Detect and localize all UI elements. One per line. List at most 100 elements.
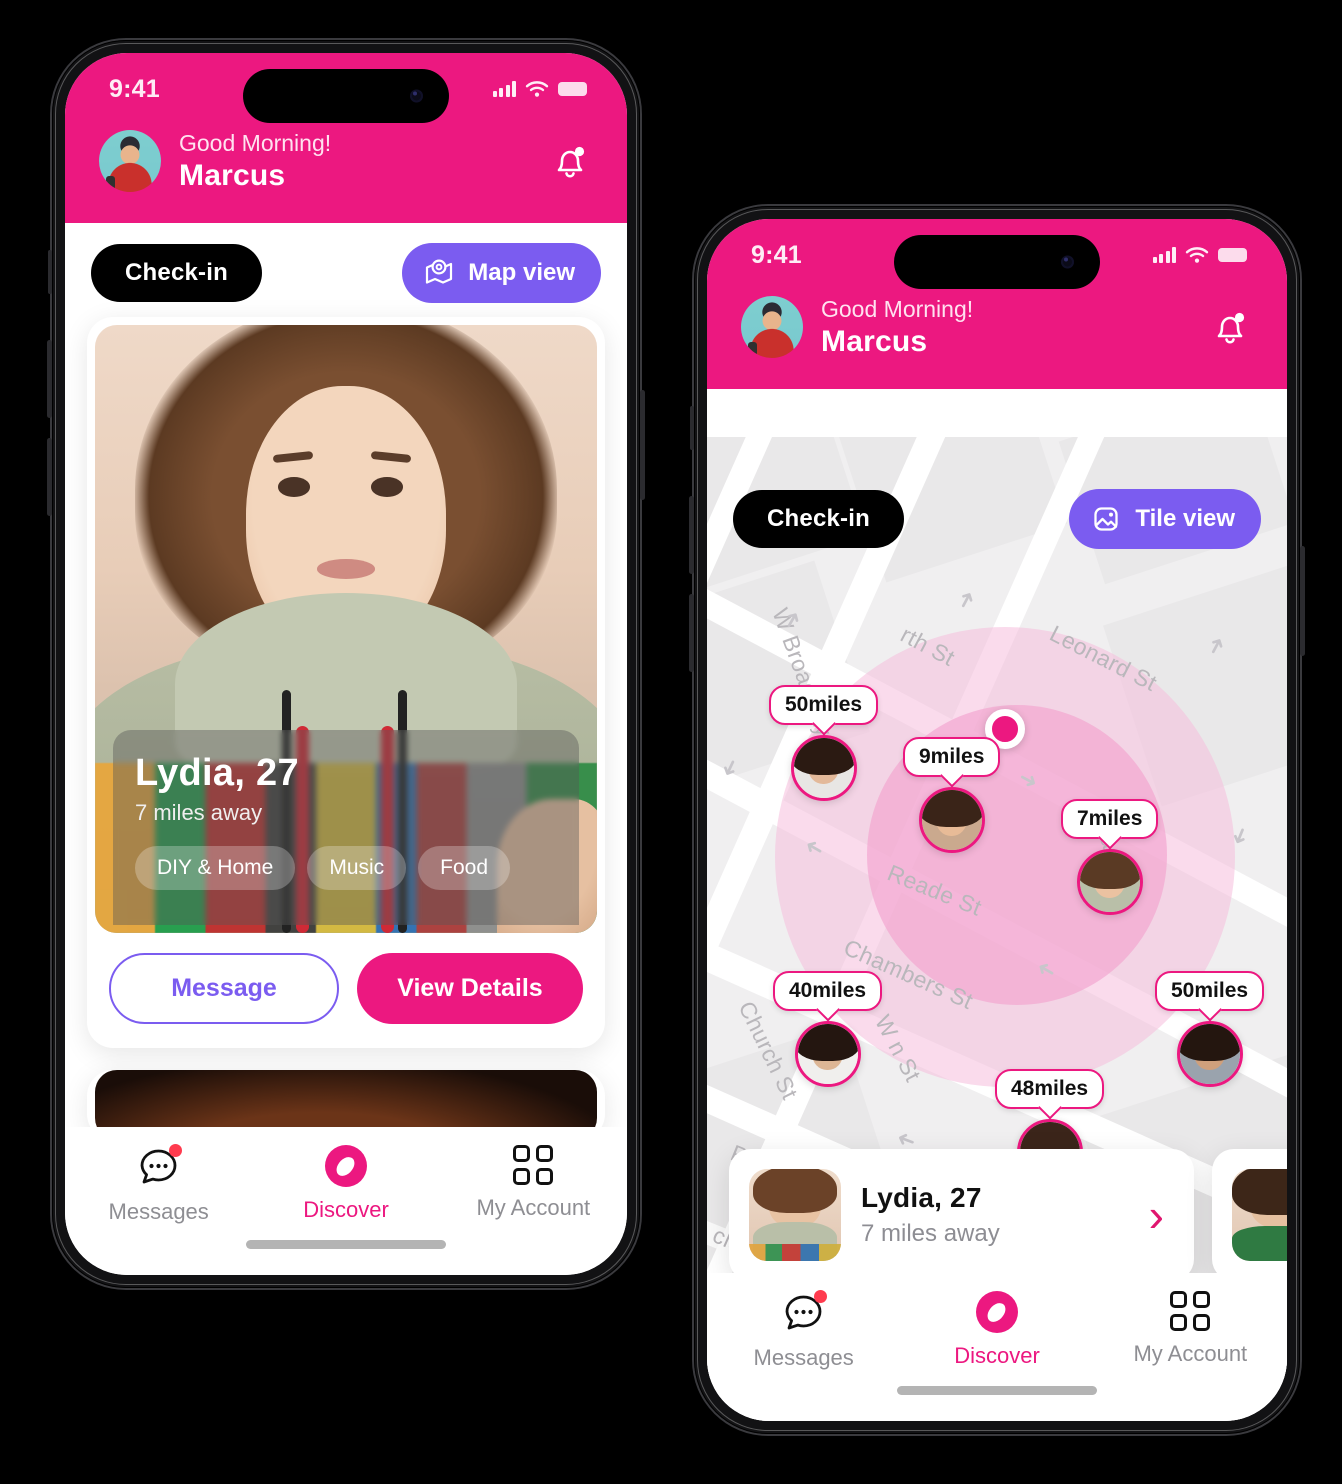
volume-up-button[interactable] [689, 496, 694, 574]
bottom-tab-bar: Messages Discover My Account [65, 1127, 627, 1275]
profile-card[interactable]: Lydia, 27 7 miles away DIY & Home Music … [87, 317, 605, 1049]
mute-switch[interactable] [48, 250, 52, 294]
unread-badge [813, 1290, 827, 1303]
mute-switch[interactable] [690, 406, 694, 450]
chevron-right-icon[interactable]: › [1149, 1192, 1174, 1238]
map-marker[interactable]: 50miles [1155, 971, 1265, 1087]
tab-discover[interactable]: Discover [253, 1145, 438, 1223]
tab-label-my-account: My Account [1133, 1341, 1248, 1366]
bell-icon[interactable] [547, 138, 593, 184]
tag-chip[interactable]: Food [418, 845, 511, 890]
power-button[interactable] [1300, 546, 1305, 656]
dynamic-island [243, 69, 449, 123]
message-button[interactable]: Message [109, 953, 339, 1025]
greeting-text: Good Morning! [821, 296, 974, 322]
bottom-tab-bar: Messages Discover My Account [707, 1273, 1287, 1421]
checkin-button[interactable]: Check-in [91, 244, 262, 303]
nearby-card-thumbnail [1232, 1169, 1287, 1261]
chat-bubble-icon [782, 1290, 827, 1335]
tab-label-messages: Messages [108, 1199, 209, 1224]
map-marker[interactable]: 9miles [903, 737, 1001, 853]
front-camera-icon [1061, 255, 1074, 269]
page-title: Marcus [821, 324, 928, 358]
marker-distance-label: 50miles [1155, 971, 1265, 1011]
status-time: 9:41 [751, 241, 802, 269]
profile-overlay: Lydia, 27 7 miles away DIY & Home Music … [113, 730, 579, 926]
tile-view-toggle-button[interactable]: Tile view [1069, 489, 1261, 549]
map-marker[interactable]: 50miles [769, 685, 879, 801]
home-indicator[interactable] [897, 1386, 1097, 1395]
nearby-card-next[interactable] [1212, 1149, 1287, 1281]
tile-view-toggle-label: Tile view [1135, 505, 1235, 532]
discover-icon [975, 1291, 1018, 1333]
home-indicator[interactable] [246, 1240, 446, 1249]
battery-icon [558, 82, 587, 96]
marker-avatar[interactable] [790, 735, 857, 801]
discover-icon [324, 1145, 367, 1187]
tab-my-account[interactable]: My Account [1095, 1291, 1286, 1367]
map-pin-icon [426, 259, 453, 284]
tab-discover[interactable]: Discover [901, 1291, 1092, 1369]
greeting-text: Good Morning! [179, 130, 332, 156]
tag-chip[interactable]: DIY & Home [135, 845, 296, 890]
profile-distance: 7 miles away [135, 799, 263, 825]
map-view-toggle-label: Map view [468, 259, 575, 287]
marker-avatar[interactable] [794, 1021, 861, 1087]
header-user[interactable]: Good Morning! Marcus [741, 295, 973, 359]
tab-messages[interactable]: Messages [66, 1144, 251, 1225]
marker-distance-label: 9miles [903, 737, 1001, 777]
phone-right: Leonard St rth St W Broadway Broadway Re… [689, 206, 1305, 1434]
volume-up-button[interactable] [47, 340, 52, 418]
grid-squares-icon [1170, 1291, 1211, 1331]
nearby-card-name: Lydia, 27 [861, 1182, 982, 1213]
header-user[interactable]: Good Morning! Marcus [99, 129, 331, 193]
page-title: Marcus [179, 158, 286, 192]
status-icons [492, 75, 587, 98]
image-tile-icon [1094, 507, 1119, 531]
checkin-button[interactable]: Check-in [733, 490, 904, 548]
avatar[interactable] [741, 296, 803, 359]
phone-left: 9:41 Good Morning! Marcus Check-in Map v… [47, 40, 645, 1288]
screen-right: Leonard St rth St W Broadway Broadway Re… [707, 219, 1287, 1421]
map-marker[interactable]: 40miles [773, 971, 883, 1087]
cellular-bars-icon [1152, 247, 1176, 263]
chat-bubble-icon [137, 1144, 182, 1189]
profile-photo: Lydia, 27 7 miles away DIY & Home Music … [95, 325, 597, 934]
tab-label-messages: Messages [753, 1345, 854, 1370]
nearby-card-thumbnail [749, 1169, 841, 1261]
cellular-bars-icon [492, 81, 516, 97]
marker-distance-label: 7miles [1061, 799, 1159, 839]
power-button[interactable] [640, 390, 645, 500]
volume-down-button[interactable] [689, 594, 694, 672]
nearby-card-info: Lydia, 27 7 miles away [861, 1182, 1129, 1248]
avatar[interactable] [99, 130, 161, 193]
screen-left: 9:41 Good Morning! Marcus Check-in Map v… [65, 53, 627, 1275]
direction-arrow-icon: ➜ [950, 585, 982, 614]
tab-label-my-account: My Account [476, 1195, 591, 1220]
tab-my-account[interactable]: My Account [441, 1145, 626, 1221]
tag-chip[interactable]: Music [307, 845, 407, 890]
nearby-card-distance: 7 miles away [861, 1220, 1000, 1247]
battery-icon [1218, 248, 1247, 262]
wifi-icon [525, 81, 549, 97]
view-details-button[interactable]: View Details [357, 953, 583, 1025]
marker-distance-label: 48miles [995, 1069, 1105, 1109]
marker-avatar[interactable] [1076, 849, 1143, 915]
toolbar-left: Check-in Map view [65, 223, 627, 317]
profile-tags: DIY & Home Music Food [135, 845, 557, 890]
front-camera-icon [410, 89, 423, 103]
map-marker[interactable]: 7miles [1061, 799, 1159, 915]
nearby-card[interactable]: Lydia, 27 7 miles away › [729, 1149, 1194, 1281]
nearby-card-carousel[interactable]: Lydia, 27 7 miles away › [707, 1149, 1287, 1281]
wifi-icon [1185, 247, 1209, 263]
bell-icon[interactable] [1207, 304, 1253, 350]
tab-label-discover: Discover [303, 1197, 389, 1222]
marker-avatar[interactable] [1176, 1021, 1243, 1087]
marker-avatar[interactable] [918, 787, 985, 853]
volume-down-button[interactable] [47, 438, 52, 516]
app-header: Good Morning! Marcus [707, 295, 1287, 390]
toolbar-right: Check-in Tile view [707, 469, 1287, 563]
tab-messages[interactable]: Messages [708, 1290, 899, 1371]
map-view-toggle-button[interactable]: Map view [402, 243, 601, 304]
tab-label-discover: Discover [954, 1343, 1040, 1368]
